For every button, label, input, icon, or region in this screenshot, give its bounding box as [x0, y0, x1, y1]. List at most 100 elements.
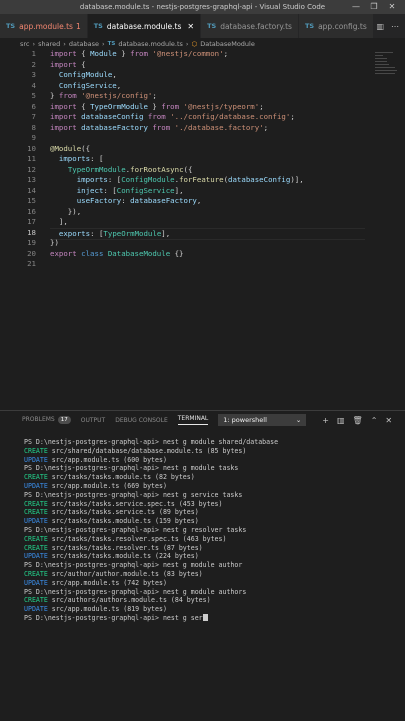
line-number: 15	[27, 196, 36, 205]
code-line[interactable]: 17 ],	[0, 217, 405, 228]
code-line[interactable]: 19})	[0, 238, 405, 249]
code-text: inject: [ConfigService],	[76, 185, 184, 195]
close-window-button[interactable]: ✕	[383, 1, 401, 13]
problems-count-badge: 17	[57, 416, 71, 424]
code-line[interactable]: 4 ConfigService,	[0, 81, 405, 92]
terminal-line: CREATE src/authors/authors.module.ts (84…	[24, 596, 211, 605]
update-label: UPDATE	[24, 517, 48, 526]
code-line[interactable]: 12 TypeOrmModule.forRootAsync({	[0, 165, 405, 176]
code-text: TypeOrmModule.forRootAsync({	[67, 164, 193, 174]
terminal-line: PS D:\nestjs-postgres-graphql-api> nest …	[24, 561, 243, 570]
line-number: 3	[31, 70, 36, 79]
maximize-panel-icon[interactable]: ⌃	[371, 416, 378, 425]
line-number: 10	[27, 143, 36, 153]
editor-tabs: TS app.module.ts 1 TS database.module.ts…	[0, 14, 405, 38]
terminal-select[interactable]: 1: powershell ⌄	[218, 414, 307, 426]
code-line[interactable]: 14 inject: [ConfigService],	[0, 186, 405, 197]
code-text: ConfigModule,	[58, 70, 117, 79]
code-line[interactable]: 6 import { TypeOrmModule } from '@nestjs/…	[0, 102, 405, 113]
tab-app-module[interactable]: TS app.module.ts 1	[0, 14, 88, 38]
tab-database-module[interactable]: TS database.module.ts ✕	[87, 14, 202, 38]
update-label: UPDATE	[24, 605, 48, 614]
line-number: 13	[27, 175, 36, 184]
code-text: ConfigService,	[58, 80, 122, 90]
line-number: 19	[27, 238, 36, 247]
terminal-line: PS D:\nestjs-postgres-graphql-api> nest …	[24, 587, 247, 596]
tab-label: app.config.ts	[318, 21, 367, 31]
code-line[interactable]: 20 export class DatabaseModule {}	[0, 249, 405, 260]
code-text: })	[50, 238, 59, 247]
line-number: 14	[27, 185, 36, 195]
tab-app-config[interactable]: TS app.config.ts	[298, 14, 374, 38]
terminal-line: CREATE src/tasks/tasks.resolver.spec.ts …	[24, 534, 227, 543]
panel-tab-problems[interactable]: PROBLEMS 17	[22, 416, 71, 424]
code-text: export class DatabaseModule {}	[50, 248, 184, 258]
terminal-line: PS D:\nestjs-postgres-graphql-api> nest …	[24, 613, 399, 623]
terminal-line: PS D:\nestjs-postgres-graphql-api> nest …	[24, 490, 243, 499]
create-label: CREATE	[24, 446, 48, 455]
new-terminal-icon[interactable]: +	[322, 416, 329, 425]
code-line[interactable]: 3 ConfigModule,	[0, 70, 405, 81]
maximize-button[interactable]: ❐	[365, 1, 383, 13]
code-text: imports: [	[58, 154, 104, 163]
tab-label: database.module.ts	[106, 21, 182, 31]
code-line[interactable]: 8 import databaseFactory from './database…	[0, 123, 405, 134]
breadcrumb-src[interactable]: src	[20, 40, 30, 48]
breadcrumb: src › shared › database › TS database.modul…	[20, 39, 255, 48]
tab-problem-count: 1	[75, 21, 81, 31]
trash-icon[interactable]: 🗑	[353, 416, 363, 425]
terminal-line: UPDATE src/app.module.ts (669 bytes)	[24, 481, 167, 490]
more-actions-icon[interactable]: ⋯	[391, 22, 399, 31]
split-terminal-icon[interactable]: ▥	[337, 416, 345, 425]
code-line[interactable]: 18 exports: [TypeOrmModule],	[0, 227, 405, 240]
terminal-line: PS D:\nestjs-postgres-graphql-api> nest …	[24, 464, 239, 473]
terminal-line: UPDATE src/app.module.ts (600 bytes)	[24, 455, 167, 464]
panel-tab-debug-console[interactable]: DEBUG CONSOLE	[115, 417, 168, 424]
breadcrumb-file[interactable]: database.module.ts	[118, 40, 183, 48]
line-number: 2	[31, 59, 36, 69]
terminal-line: PS D:\nestjs-postgres-graphql-api> nest …	[24, 438, 279, 446]
minimize-button[interactable]: —	[347, 1, 365, 13]
code-line[interactable]: 13 imports: [ConfigModule.forFeature(dat…	[0, 175, 405, 186]
breadcrumb-database[interactable]: database	[69, 40, 99, 48]
create-label: CREATE	[24, 534, 48, 543]
minimap[interactable]	[375, 50, 397, 90]
panel-tab-output[interactable]: OUTPUT	[81, 417, 105, 424]
code-line[interactable]: 9	[0, 133, 405, 144]
close-panel-icon[interactable]: ✕	[385, 416, 392, 425]
code-line[interactable]: 15 useFactory: databaseFactory,	[0, 196, 405, 207]
breadcrumb-shared[interactable]: shared	[38, 40, 60, 48]
split-editor-icon[interactable]: ▥	[376, 22, 384, 31]
code-line[interactable]: 5} from '@nestjs/config';	[0, 91, 405, 102]
code-text: }),	[50, 206, 82, 216]
code-line[interactable]: 21	[0, 259, 405, 270]
terminal-output[interactable]: PS D:\nestjs-postgres-graphql-api> nest …	[24, 438, 399, 623]
tab-label: database.factory.ts	[220, 21, 292, 31]
terminal-line: UPDATE src/app.module.ts (742 bytes)	[24, 578, 167, 587]
panel-tab-terminal[interactable]: TERMINAL	[177, 415, 209, 425]
typescript-icon: TS	[93, 22, 103, 30]
typescript-icon: TS	[107, 40, 116, 47]
close-icon[interactable]: ✕	[187, 22, 194, 31]
create-label: CREATE	[24, 569, 48, 578]
terminal-line: CREATE src/author/author.module.ts (83 b…	[24, 569, 203, 578]
code-line[interactable]: 16 }),	[0, 207, 405, 218]
line-number: 11	[27, 154, 36, 163]
code-line[interactable]: 1 import { Module } from '@nestjs/common'…	[0, 49, 405, 60]
create-label: CREATE	[24, 543, 48, 552]
code-line[interactable]: 10 @Module({	[0, 144, 405, 155]
code-line[interactable]: 11 imports: [	[0, 154, 405, 165]
tab-database-factory[interactable]: TS database.factory.ts	[201, 14, 299, 38]
code-editor[interactable]: 1 import { Module } from '@nestjs/common'…	[0, 49, 405, 409]
bottom-panel: PROBLEMS 17 OUTPUT DEBUG CONSOLE TERMINAL…	[0, 410, 405, 721]
breadcrumb-symbol[interactable]: DatabaseModule	[200, 40, 255, 48]
code-text: imports: [ConfigModule.forFeature(databa…	[76, 175, 304, 184]
terminal-line: CREATE src/shared/database/database.modu…	[24, 446, 247, 455]
code-text: } from '@nestjs/config';	[50, 91, 157, 100]
code-line[interactable]: 2 import {	[0, 60, 405, 71]
line-number: 1	[31, 49, 36, 58]
line-number: 4	[31, 80, 36, 90]
title-bar: database.module.ts - nestjs-postgres-gra…	[0, 0, 405, 14]
terminal-line: CREATE src/tasks/tasks.module.ts (82 byt…	[24, 473, 195, 482]
code-line[interactable]: 7 import databaseConfig from '../config/d…	[0, 112, 405, 123]
